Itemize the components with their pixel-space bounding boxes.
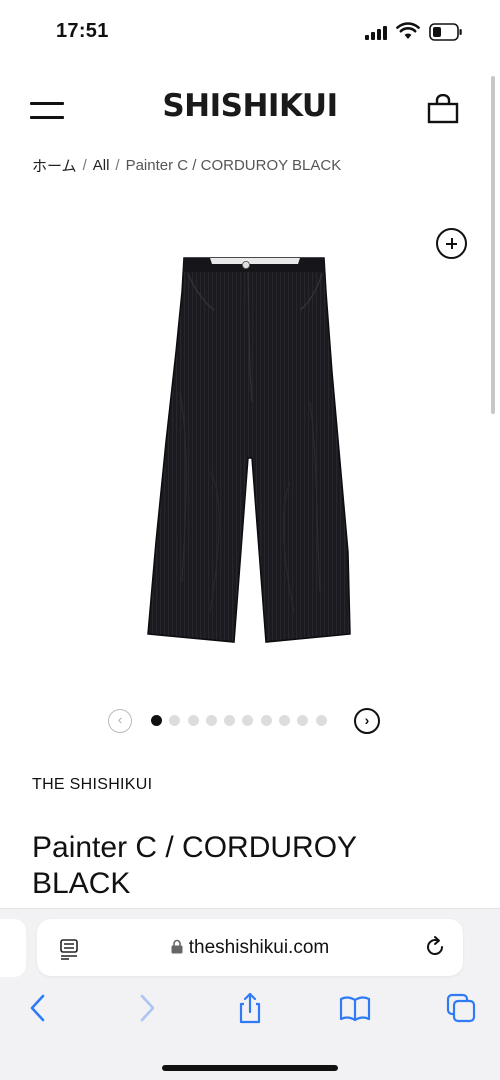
slider-dot[interactable] [187, 715, 199, 726]
breadcrumb-separator: / [115, 157, 120, 174]
share-icon[interactable] [233, 991, 267, 1025]
browser-chrome: theshishikui.com [0, 908, 500, 1080]
slider-dot[interactable] [315, 715, 327, 726]
battery-icon [429, 23, 462, 41]
site-header: SHISHIKUI [0, 80, 500, 140]
back-icon[interactable] [22, 991, 56, 1025]
slider-dot[interactable] [279, 715, 291, 726]
wifi-icon [396, 22, 420, 39]
lock-icon [171, 939, 183, 954]
product-image-trousers[interactable] [140, 252, 360, 648]
bookmarks-icon[interactable] [338, 991, 372, 1025]
tabs-icon[interactable] [444, 991, 478, 1025]
slider-prev-button[interactable]: ‹ [108, 709, 132, 733]
status-time: 17:51 [56, 20, 109, 42]
product-title: Painter C / CORDUROY BLACK [32, 831, 357, 900]
slider-dot[interactable] [260, 715, 272, 726]
breadcrumb-home[interactable]: ホーム [32, 155, 77, 176]
forward-icon[interactable] [129, 991, 163, 1025]
slider-dot[interactable] [224, 715, 236, 726]
cellular-signal-icon [365, 26, 387, 40]
url-display[interactable]: theshishikui.com [37, 937, 463, 959]
slider-dots [151, 715, 327, 726]
scrollbar-thumb[interactable] [491, 76, 495, 414]
previous-tab-card[interactable] [0, 919, 26, 977]
slider-dot[interactable] [151, 715, 162, 726]
shopping-bag-icon[interactable] [427, 94, 459, 124]
url-text: theshishikui.com [188, 937, 330, 958]
breadcrumb-all[interactable]: All [93, 157, 110, 174]
reload-icon[interactable] [423, 935, 447, 959]
slider-dot[interactable] [169, 715, 181, 726]
slider-dot[interactable] [205, 715, 217, 726]
image-slider-controls: ‹ › [0, 706, 500, 736]
zoom-plus-icon[interactable] [436, 228, 467, 259]
slider-next-button[interactable]: › [354, 708, 380, 734]
slider-dot[interactable] [242, 715, 254, 726]
browser-toolbar [0, 991, 500, 1031]
home-indicator [162, 1065, 338, 1071]
breadcrumb-current: Painter C / CORDUROY BLACK [125, 157, 342, 174]
address-bar[interactable]: theshishikui.com [37, 919, 463, 976]
slider-dot[interactable] [297, 715, 309, 726]
brand-logo[interactable]: SHISHIKUI [0, 88, 500, 124]
product-vendor: THE SHISHIKUI [32, 776, 153, 793]
breadcrumb: ホーム / All / Painter C / CORDUROY BLACK [32, 155, 341, 176]
breadcrumb-separator: / [82, 157, 87, 174]
status-bar: 17:51 [0, 0, 500, 66]
